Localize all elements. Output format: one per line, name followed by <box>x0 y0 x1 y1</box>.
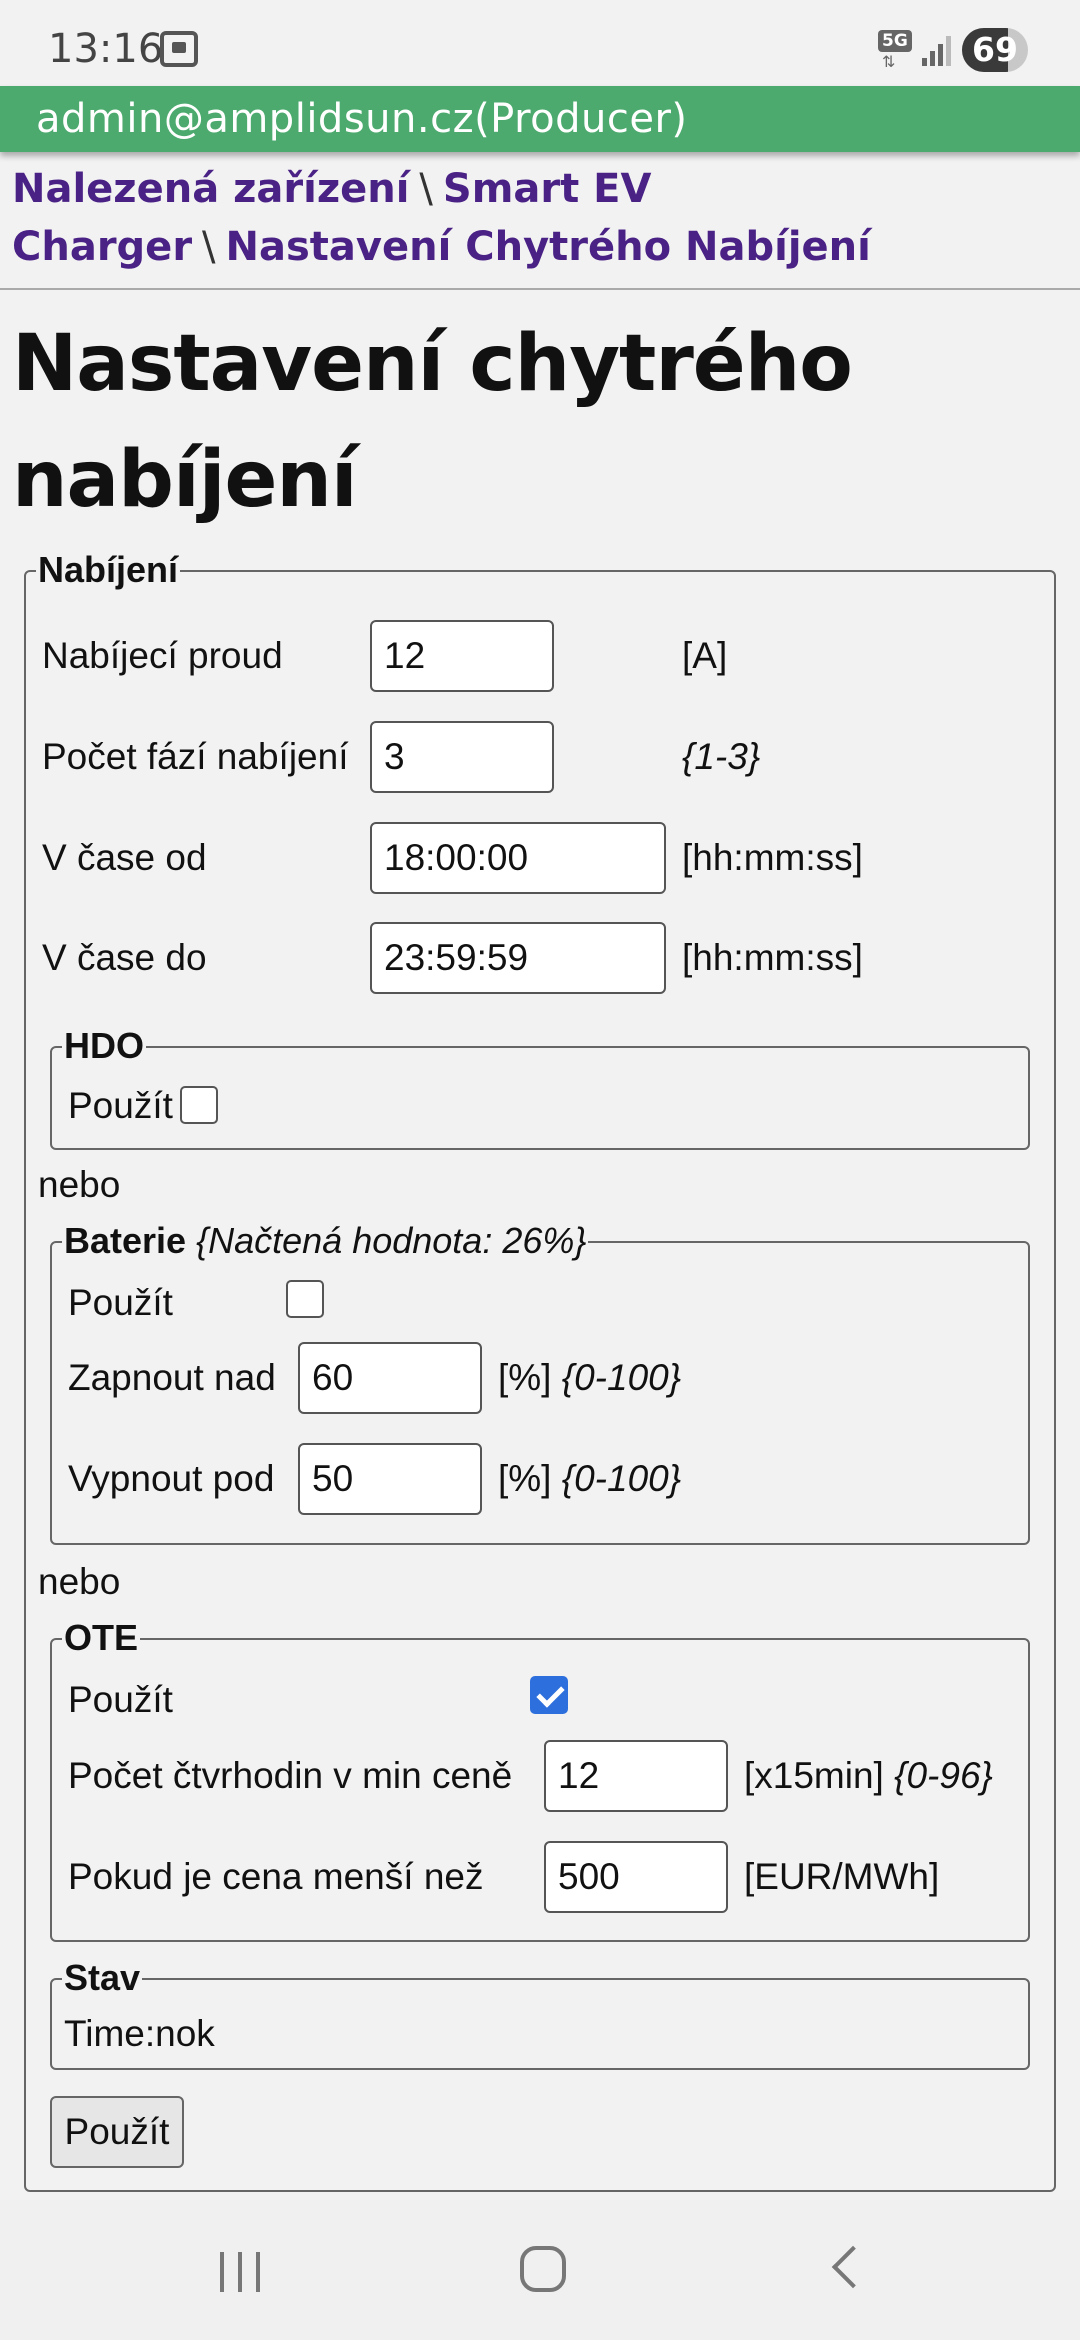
turn-off-below-input[interactable] <box>298 1443 482 1515</box>
navigation-bar <box>0 2200 1080 2340</box>
charging-current-unit: [A] <box>682 635 728 676</box>
user-header: admin@amplidsun.cz(Producer) <box>0 86 1080 152</box>
recent-apps-icon[interactable] <box>220 2252 264 2292</box>
quarters-unit: [x15min] {0-96} <box>744 1754 993 1798</box>
turn-on-above-input[interactable] <box>298 1342 482 1414</box>
breadcrumb: Nalezená zařízení \ Smart EV Charger \ Nasta… <box>12 160 1062 276</box>
quarters-unit-text: [x15min] <box>744 1755 884 1796</box>
phases-range: {1-3} <box>682 735 760 779</box>
quarters-label: Počet čtvrhodin v min ceně <box>68 1755 513 1796</box>
turn-off-below-unit: [%] {0-100} <box>498 1457 681 1501</box>
turn-on-above-unit: [%] {0-100} <box>498 1356 681 1400</box>
breadcrumb-separator: \ <box>202 224 216 270</box>
turn-on-above-range: {0-100} <box>561 1357 682 1398</box>
quarters-input[interactable] <box>544 1740 728 1812</box>
battery-use-label: Použít <box>68 1282 173 1323</box>
state-legend: Stav <box>62 1956 143 2000</box>
breadcrumb-found-devices[interactable]: Nalezená zařízení <box>12 166 409 212</box>
battery-legend: Baterie {Načtená hodnota: 26%} <box>62 1219 589 1263</box>
price-label: Pokud je cena menší než <box>68 1856 484 1897</box>
turn-off-below-label: Vypnout pod <box>68 1458 275 1499</box>
hdo-use-label: Použít <box>68 1085 173 1126</box>
phases-input[interactable] <box>370 721 554 793</box>
price-unit: [EUR/MWh] <box>744 1856 940 1897</box>
ote-legend: OTE <box>62 1616 141 1660</box>
time-to-unit: [hh:mm:ss] <box>682 937 863 978</box>
header-divider <box>0 288 1080 290</box>
data-arrows-icon: ⇅ <box>882 54 896 71</box>
battery-legend-title: Baterie <box>64 1220 187 1261</box>
quarters-range: {0-96} <box>894 1755 993 1796</box>
signal-icon <box>922 32 952 66</box>
battery-percent: 69 <box>972 30 1018 69</box>
state-value: Time:nok <box>64 2013 215 2054</box>
battery-use-checkbox[interactable] <box>286 1280 324 1318</box>
charging-current-label: Nabíjecí proud <box>42 635 283 676</box>
apply-button[interactable]: Použít <box>50 2096 184 2168</box>
battery-loaded-value: {Načtená hodnota: 26%} <box>196 1220 587 1261</box>
status-time: 13:16 <box>48 26 164 72</box>
hdo-legend: HDO <box>62 1024 146 1068</box>
back-icon[interactable] <box>831 2245 875 2289</box>
hdo-use-checkbox[interactable] <box>180 1086 218 1124</box>
battery-icon: 69 <box>962 28 1028 72</box>
ote-use-checkbox[interactable] <box>530 1676 568 1714</box>
breadcrumb-smart-charging-settings[interactable]: Nastavení Chytrého Nabíjení <box>226 224 871 270</box>
breadcrumb-separator: \ <box>419 166 433 212</box>
time-from-input[interactable] <box>370 822 666 894</box>
screenshot-icon <box>160 31 198 67</box>
time-from-unit: [hh:mm:ss] <box>682 837 863 878</box>
time-to-label: V čase do <box>42 937 207 978</box>
or-label: nebo <box>38 1164 121 1205</box>
ote-use-label: Použít <box>68 1679 173 1720</box>
charging-current-input[interactable] <box>370 620 554 692</box>
price-input[interactable] <box>544 1841 728 1913</box>
turn-on-above-unit-text: [%] <box>498 1357 552 1398</box>
status-bar: 13:16 5G ⇅ 69 <box>0 0 1080 86</box>
turn-on-above-label: Zapnout nad <box>68 1357 276 1398</box>
network-type-icon: 5G <box>878 30 912 52</box>
turn-off-below-range: {0-100} <box>561 1458 682 1499</box>
charging-legend: Nabíjení <box>36 548 181 592</box>
time-to-input[interactable] <box>370 922 666 994</box>
user-label: admin@amplidsun.cz(Producer) <box>36 96 688 142</box>
phases-label: Počet fází nabíjení <box>42 736 349 777</box>
phases-range-text: {1-3} <box>682 736 761 777</box>
or-label: nebo <box>38 1561 121 1602</box>
page-title: Nastavení chytrého nabíjení <box>12 319 853 525</box>
home-icon[interactable] <box>520 2246 566 2292</box>
turn-off-below-unit-text: [%] <box>498 1458 552 1499</box>
time-from-label: V čase od <box>42 837 207 878</box>
